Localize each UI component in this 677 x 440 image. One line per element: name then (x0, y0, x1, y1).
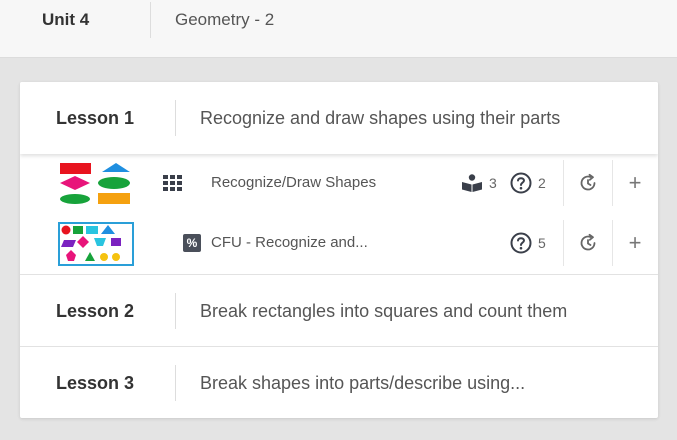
questions-count: 2 (538, 175, 546, 191)
unit-header: Unit 4 Geometry - 2 (0, 0, 677, 58)
schedule-button[interactable] (565, 220, 611, 266)
unit-label: Unit 4 (42, 10, 90, 29)
lesson-title: Break shapes into parts/describe using..… (200, 373, 526, 393)
questions-count: 5 (538, 235, 546, 251)
questions-stat: 2 (510, 172, 546, 194)
add-button[interactable]: + (612, 160, 658, 206)
percent-icon: % (183, 234, 201, 252)
question-circle-icon (510, 232, 532, 254)
lesson-divider (175, 365, 176, 401)
lessons-card: Lesson 1 Recognize and draw shapes using… (20, 82, 658, 418)
plus-icon: + (628, 230, 642, 255)
grid-icon (163, 175, 182, 191)
lesson-divider (175, 100, 176, 136)
question-circle-icon (510, 172, 532, 194)
plus-icon: + (628, 170, 642, 195)
questions-stat: 5 (510, 232, 546, 254)
activity-thumbnail (60, 163, 130, 204)
lesson-row-3[interactable]: Lesson 3 Break shapes into parts/describ… (20, 346, 658, 418)
activity-thumbnail (58, 222, 134, 266)
schedule-button[interactable] (565, 160, 611, 206)
lesson-label: Lesson 2 (56, 301, 135, 321)
lesson-row-1[interactable]: Lesson 1 Recognize and draw shapes using… (20, 82, 658, 154)
readings-count: 3 (489, 175, 497, 191)
unit-title: Geometry - 2 (175, 10, 275, 29)
activity-title[interactable]: CFU - Recognize and... (211, 220, 368, 266)
lesson-title: Break rectangles into squares and count … (200, 301, 568, 321)
unit-divider (150, 2, 151, 38)
clock-refresh-icon (580, 173, 596, 191)
lesson-label: Lesson 1 (56, 108, 135, 128)
column-separator (563, 220, 564, 266)
add-button[interactable]: + (612, 220, 658, 266)
lesson-divider (175, 293, 176, 329)
lesson-label: Lesson 3 (56, 373, 135, 393)
column-separator (563, 160, 564, 206)
lesson-row-2[interactable]: Lesson 2 Break rectangles into squares a… (20, 274, 658, 346)
activity-row-2[interactable]: % CFU - Recognize and... 5 + (20, 220, 658, 266)
activity-title[interactable]: Recognize/Draw Shapes (211, 160, 376, 206)
reader-icon (462, 174, 482, 192)
readings-stat: 3 (461, 173, 497, 193)
clock-refresh-icon (580, 233, 596, 251)
lesson-title: Recognize and draw shapes using their pa… (200, 108, 561, 128)
activity-row-1[interactable]: Recognize/Draw Shapes 3 2 + (20, 160, 658, 206)
